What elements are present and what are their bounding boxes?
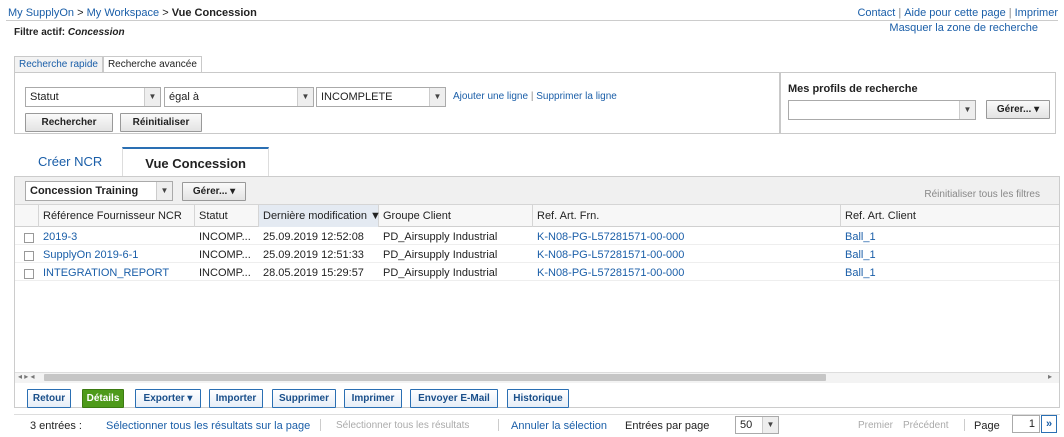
page-title: Vue Concession	[171, 7, 257, 19]
select-all-results-link[interactable]: Sélectionner tous les résultats	[336, 420, 469, 431]
divider	[320, 419, 321, 431]
column-header[interactable]: Ref. Art. Frn.	[533, 205, 841, 227]
contact-link[interactable]: Contact	[857, 7, 895, 19]
supplier-part-link[interactable]: K-N08-PG-L57281571-00-000	[533, 265, 841, 281]
breadcrumb-separator: >	[77, 7, 84, 19]
per-page-select[interactable]: 50 ▼	[735, 416, 779, 434]
ncr-reference-link[interactable]: INTEGRATION_REPORT	[39, 265, 195, 281]
field-select[interactable]: Statut ▼	[25, 87, 161, 107]
line-links: Ajouter une ligne | Supprimer la ligne	[453, 91, 617, 102]
import-button[interactable]: Importer	[209, 389, 263, 408]
ncr-reference-link[interactable]: 2019-3	[39, 229, 195, 245]
view-select[interactable]: Concession Training ▼	[25, 181, 173, 201]
breadcrumb: My SupplyOn > My Workspace > Vue Concess…	[8, 7, 257, 19]
hide-search-link[interactable]: Masquer la zone de recherche	[889, 22, 1038, 34]
column-header[interactable]: Ref. Art. Client	[841, 205, 1059, 227]
client-part-link[interactable]: Ball_1	[841, 229, 1041, 245]
modified-cell: 25.09.2019 12:51:33	[263, 249, 364, 261]
status-cell: INCOMP...	[199, 231, 251, 243]
cancel-selection-link[interactable]: Annuler la sélection	[511, 420, 607, 432]
select-page-results-link[interactable]: Sélectionner tous les résultats sur la p…	[106, 420, 310, 432]
chevron-down-icon: ▼	[762, 417, 778, 433]
send-email-button[interactable]: Envoyer E-Mail	[410, 389, 498, 408]
tab-advanced-search[interactable]: Recherche avancée	[102, 56, 202, 73]
print-button[interactable]: Imprimer	[344, 389, 402, 408]
history-button[interactable]: Historique	[507, 389, 569, 408]
column-header[interactable]: Groupe Client	[379, 205, 533, 227]
profile-manage-button[interactable]: Gérer... ▾	[986, 100, 1050, 119]
page-number-input[interactable]: 1	[1012, 415, 1040, 433]
next-page-icon[interactable]: »	[1041, 415, 1057, 433]
main-tabs: Créer NCR Vue Concession	[18, 147, 269, 176]
ncr-reference-link[interactable]: SupplyOn 2019-6-1	[39, 247, 195, 263]
row-checkbox[interactable]	[24, 269, 34, 279]
modified-cell: 25.09.2019 12:52:08	[263, 231, 364, 243]
per-page-label: Entrées par page	[625, 420, 710, 432]
client-part-link[interactable]: Ball_1	[841, 265, 1041, 281]
divider	[964, 419, 965, 431]
chevron-down-icon: ▼	[144, 88, 160, 106]
breadcrumb-separator: >	[162, 7, 169, 19]
chevron-down-icon: ▼	[156, 182, 172, 200]
tab-quick-search[interactable]: Recherche rapide	[14, 56, 103, 73]
details-button[interactable]: Détails	[82, 389, 124, 408]
chevron-down-icon: ▼	[429, 88, 445, 106]
entries-count: 3 entrées :	[30, 420, 82, 432]
page-label: Page	[974, 420, 1000, 432]
breadcrumb-my-workspace[interactable]: My Workspace	[87, 7, 160, 19]
grid-manage-button[interactable]: Gérer... ▾	[182, 182, 246, 201]
scroll-left-icon[interactable]: ◂ ▸ ◂	[18, 372, 35, 381]
column-header-sorted[interactable]: Dernière modification ▼	[259, 205, 381, 227]
operator-select[interactable]: égal à ▼	[164, 87, 314, 107]
column-header[interactable]: Référence Fournisseur NCR	[39, 205, 195, 227]
active-filter-label: Filtre actif:	[14, 27, 66, 38]
back-button[interactable]: Retour	[27, 389, 71, 408]
print-link[interactable]: Imprimer	[1015, 7, 1058, 19]
status-cell: INCOMP...	[199, 249, 251, 261]
column-header[interactable]: Statut	[195, 205, 259, 227]
export-button[interactable]: Exporter ▾	[135, 389, 201, 408]
previous-page-link[interactable]: Précédent	[903, 420, 949, 431]
client-group-cell: PD_Airsupply Industrial	[383, 249, 498, 261]
remove-line-link[interactable]: Supprimer la ligne	[536, 91, 617, 102]
chevron-down-icon: ▼	[297, 88, 313, 106]
search-button[interactable]: Rechercher	[25, 113, 113, 132]
tab-create-ncr[interactable]: Créer NCR	[18, 147, 122, 176]
row-checkbox[interactable]	[24, 233, 34, 243]
row-checkbox[interactable]	[24, 251, 34, 261]
tab-concession-view[interactable]: Vue Concession	[122, 147, 269, 176]
delete-button[interactable]: Supprimer	[272, 389, 336, 408]
reset-filters-link[interactable]: Réinitialiser tous les filtres	[924, 189, 1040, 200]
supplier-part-link[interactable]: K-N08-PG-L57281571-00-000	[533, 247, 841, 263]
add-line-link[interactable]: Ajouter une ligne	[453, 91, 528, 102]
client-group-cell: PD_Airsupply Industrial	[383, 231, 498, 243]
scrollbar-thumb[interactable]	[44, 374, 826, 381]
top-links: Contact | Aide pour cette page | Imprimer	[857, 7, 1058, 19]
chevron-down-icon: ▼	[959, 101, 975, 119]
breadcrumb-my-supplyon[interactable]: My SupplyOn	[8, 7, 74, 19]
active-filter-value: Concession	[67, 27, 125, 38]
reset-button[interactable]: Réinitialiser	[120, 113, 202, 132]
supplier-part-link[interactable]: K-N08-PG-L57281571-00-000	[533, 229, 841, 245]
select-column-header	[15, 205, 39, 227]
client-group-cell: PD_Airsupply Industrial	[383, 267, 498, 279]
value-select[interactable]: INCOMPLETE ▼	[316, 87, 446, 107]
scroll-right-icon[interactable]: ▸	[1048, 372, 1052, 381]
search-tabs: Recherche rapide Recherche avancée	[14, 56, 202, 73]
header-divider	[6, 20, 1058, 21]
profile-select[interactable]: ▼	[788, 100, 976, 120]
help-link[interactable]: Aide pour cette page	[904, 7, 1006, 19]
active-filter: Filtre actif: Concession	[14, 27, 125, 38]
status-cell: INCOMP...	[199, 267, 251, 279]
modified-cell: 28.05.2019 15:29:57	[263, 267, 364, 279]
profiles-title: Mes profils de recherche	[788, 83, 918, 95]
first-page-link[interactable]: Premier	[858, 420, 893, 431]
client-part-link[interactable]: Ball_1	[841, 247, 1041, 263]
divider	[498, 419, 499, 431]
